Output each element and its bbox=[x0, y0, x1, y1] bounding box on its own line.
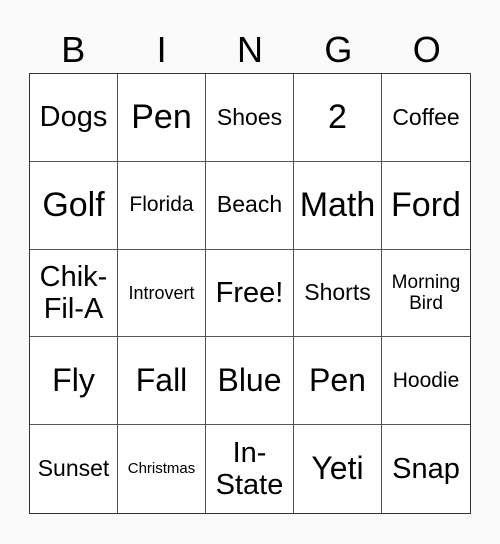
bingo-cell[interactable]: Pen bbox=[294, 337, 382, 426]
bingo-cell[interactable]: Christmas bbox=[118, 425, 206, 513]
bingo-cell[interactable]: Pen bbox=[118, 74, 206, 162]
header-letter-b: B bbox=[61, 29, 86, 70]
bingo-cell[interactable]: Fall bbox=[118, 337, 206, 426]
bingo-cell[interactable]: Golf bbox=[30, 161, 118, 250]
bingo-header: B I N G O bbox=[29, 30, 471, 70]
header-letter-i: I bbox=[156, 29, 167, 70]
bingo-cell[interactable]: Fly bbox=[30, 337, 118, 426]
bingo-cell[interactable]: 2 bbox=[294, 74, 382, 162]
bingo-cell[interactable]: Introvert bbox=[118, 249, 206, 338]
bingo-cell[interactable]: Shoes bbox=[206, 74, 294, 162]
bingo-cell[interactable]: In- State bbox=[206, 425, 294, 513]
bingo-cell[interactable]: Dogs bbox=[30, 74, 118, 162]
bingo-cell[interactable]: Beach bbox=[206, 161, 294, 250]
bingo-cell[interactable]: Hoodie bbox=[382, 337, 470, 426]
bingo-cell[interactable]: Math bbox=[294, 161, 382, 250]
header-letter-n: N bbox=[236, 29, 263, 70]
bingo-board: Dogs Pen Shoes 2 Coffee Golf Florida Bea… bbox=[29, 73, 471, 514]
bingo-cell[interactable]: Shorts bbox=[294, 249, 382, 338]
bingo-cell[interactable]: Snap bbox=[382, 425, 470, 513]
header-letter-g: G bbox=[324, 29, 353, 70]
bingo-cell[interactable]: Florida bbox=[118, 161, 206, 250]
bingo-cell[interactable]: Coffee bbox=[382, 74, 470, 162]
bingo-cell[interactable]: Sunset bbox=[30, 425, 118, 513]
bingo-cell[interactable]: Morning Bird bbox=[382, 249, 470, 338]
bingo-cell[interactable]: Yeti bbox=[294, 425, 382, 513]
bingo-cell-free-space[interactable]: Free! bbox=[206, 249, 294, 338]
bingo-cell[interactable]: Chik- Fil-A bbox=[30, 249, 118, 338]
header-letter-o: O bbox=[412, 29, 441, 70]
bingo-cell[interactable]: Ford bbox=[382, 161, 470, 250]
bingo-cell[interactable]: Blue bbox=[206, 337, 294, 426]
